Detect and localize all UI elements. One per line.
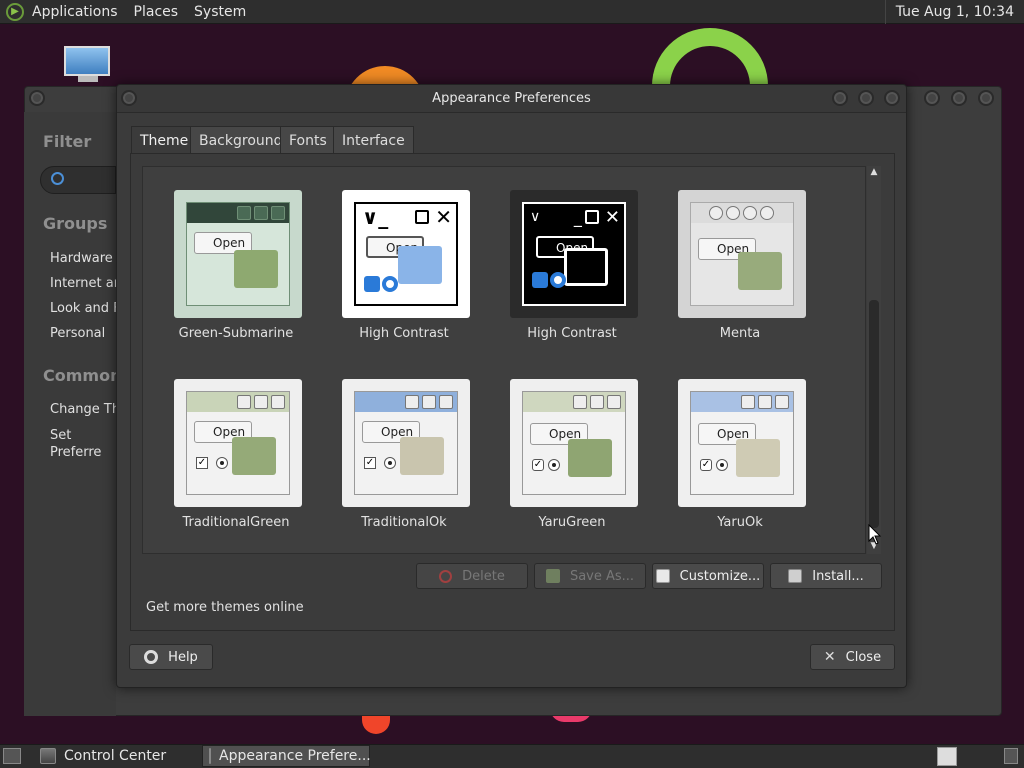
show-desktop-icon[interactable] — [3, 748, 21, 764]
folder-icon — [568, 439, 612, 477]
dialog-minimize-button[interactable] — [832, 90, 848, 106]
radio-icon — [382, 276, 398, 292]
delete-button[interactable]: Delete — [416, 563, 528, 589]
cc-maximize-button[interactable] — [951, 90, 967, 106]
group-internet[interactable]: Internet an — [50, 276, 116, 291]
clock[interactable]: Tue Aug 1, 10:34 — [884, 0, 1024, 24]
search-icon — [51, 172, 64, 185]
theme-label-high-contrast: High Contrast — [359, 326, 449, 341]
checkbox-icon — [532, 272, 548, 288]
scrollbar-thumb[interactable] — [869, 300, 879, 528]
cc-close-button[interactable] — [978, 90, 994, 106]
applications-menu[interactable]: Applications — [24, 0, 126, 24]
customize-button[interactable]: Customize... — [652, 563, 764, 589]
group-look-and-feel[interactable]: Look and F — [50, 301, 116, 316]
folder-icon — [234, 250, 278, 288]
theme-thumb-menta[interactable]: Open — [678, 190, 806, 318]
folder-icon — [564, 248, 608, 286]
theme-thumb-yaru-green[interactable]: Open ✓ — [510, 379, 638, 507]
workspace-switcher[interactable] — [937, 747, 957, 766]
theme-label-menta: Menta — [719, 326, 761, 341]
customize-icon — [655, 569, 670, 583]
theme-thumb-traditional-green[interactable]: Open ✓ — [174, 379, 302, 507]
radio-icon — [716, 459, 728, 471]
dialog-maximize-button[interactable] — [858, 90, 874, 106]
group-hardware[interactable]: Hardware — [50, 251, 116, 266]
folder-icon — [400, 437, 444, 475]
appearance-task-icon — [209, 748, 211, 764]
theme-label-high-contrast-inverse: High Contrast — [527, 326, 617, 341]
filter-label: Filter — [43, 132, 92, 151]
tab-background[interactable]: Background — [190, 126, 292, 154]
theme-thumb-high-contrast[interactable]: ∨_✕ Open — [342, 190, 470, 318]
checkbox-icon: ✓ — [700, 459, 712, 471]
groups-label: Groups — [43, 214, 108, 233]
cc-window-menu-button[interactable] — [29, 90, 45, 106]
theme-label-yaru-green: YaruGreen — [538, 515, 606, 530]
close-icon: ✕ — [823, 649, 836, 665]
task-change-theme[interactable]: Change Th — [50, 402, 116, 417]
close-button[interactable]: ✕ Close — [810, 644, 895, 670]
checkbox-icon: ✓ — [196, 457, 208, 469]
checkbox-icon — [364, 276, 380, 292]
desktop-computer-icon[interactable] — [64, 46, 112, 84]
radio-icon — [548, 459, 560, 471]
scroll-up-arrow-icon[interactable]: ▲ — [869, 166, 879, 178]
install-icon — [788, 569, 803, 583]
checkbox-icon: ✓ — [364, 457, 376, 469]
top-panel: ▶ Applications Places System — [0, 0, 1024, 24]
theme-label-traditional-ok: TraditionalOk — [361, 515, 447, 530]
radio-icon — [550, 272, 566, 288]
dialog-title: Appearance Preferences — [432, 91, 591, 106]
folder-icon — [232, 437, 276, 475]
folder-icon — [736, 439, 780, 477]
help-button[interactable]: Help — [129, 644, 213, 670]
delete-icon — [439, 569, 453, 583]
theme-thumb-high-contrast-inverse[interactable]: ∨_✕ Open — [510, 190, 638, 318]
save-as-button[interactable]: Save As... — [534, 563, 646, 589]
radio-icon — [216, 457, 228, 469]
distro-logo-icon[interactable]: ▶ — [6, 2, 24, 21]
folder-icon — [398, 246, 442, 284]
filter-search-input[interactable] — [40, 166, 116, 194]
radio-icon — [384, 457, 396, 469]
task-appearance-preferences[interactable]: Appearance Prefere... — [202, 745, 371, 767]
system-menu[interactable]: System — [186, 0, 254, 24]
theme-thumb-yaru-ok[interactable]: Open ✓ — [678, 379, 806, 507]
dialog-close-button[interactable] — [884, 90, 900, 106]
control-center-task-icon — [40, 748, 56, 764]
mouse-cursor-icon — [868, 524, 882, 545]
theme-thumb-green-submarine[interactable]: Open — [174, 190, 302, 318]
cc-minimize-button[interactable] — [924, 90, 940, 106]
task-set-preferred-apps[interactable]: Set Preferre Application — [50, 427, 116, 463]
group-personal[interactable]: Personal — [50, 326, 116, 341]
get-more-themes-link[interactable]: Get more themes online — [146, 600, 304, 615]
panel-menu: ▶ Applications Places System — [0, 0, 254, 24]
common-tasks-label: Common T — [43, 366, 116, 385]
theme-label-traditional-green: TraditionalGreen — [182, 515, 290, 530]
theme-label-green-submarine: Green-Submarine — [178, 326, 294, 341]
dialog-window-menu-button[interactable] — [121, 90, 137, 106]
checkbox-icon: ✓ — [532, 459, 544, 471]
places-menu[interactable]: Places — [126, 0, 187, 24]
install-button[interactable]: Install... — [770, 563, 882, 589]
task-control-center[interactable]: Control Center — [34, 745, 200, 767]
trash-icon[interactable] — [1004, 748, 1018, 764]
folder-icon — [738, 252, 782, 290]
save-as-icon — [545, 569, 560, 583]
theme-label-yaru-ok: YaruOk — [717, 515, 763, 530]
tab-interface[interactable]: Interface — [333, 126, 414, 154]
help-icon — [144, 650, 159, 664]
tab-theme[interactable]: Theme — [131, 126, 198, 155]
theme-thumb-traditional-ok[interactable]: Open ✓ — [342, 379, 470, 507]
tab-fonts[interactable]: Fonts — [280, 126, 336, 154]
